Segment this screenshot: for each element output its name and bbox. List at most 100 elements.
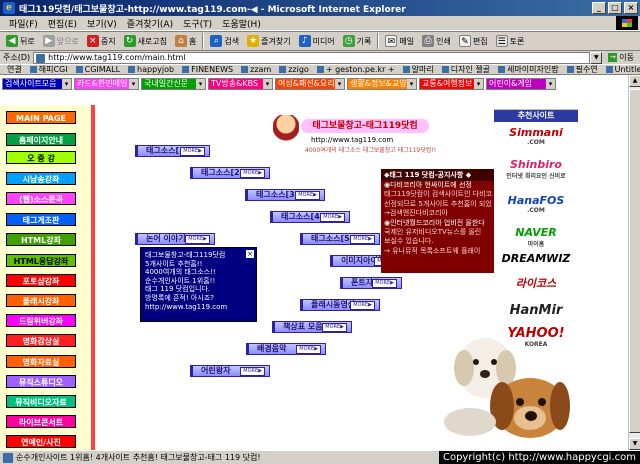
tag-link[interactable]: 배경음악 MORE▶ bbox=[246, 343, 326, 355]
edit-button[interactable]: ✎ 편집 bbox=[455, 32, 492, 50]
tag-link[interactable]: 폰트자료 MORE▶ bbox=[340, 277, 402, 289]
more-button[interactable]: MORE▶ bbox=[322, 323, 347, 332]
nav-button[interactable]: 명화감상실 bbox=[6, 334, 76, 347]
more-button[interactable]: MORE▶ bbox=[240, 367, 265, 376]
link-item[interactable]: CGIMALL bbox=[72, 65, 124, 74]
nav-button[interactable]: HTML강좌 bbox=[6, 233, 76, 246]
nav-button[interactable]: 태그게조판 bbox=[6, 213, 76, 226]
mail-button[interactable]: ✉ 메일 bbox=[381, 32, 418, 50]
notice-line[interactable]: ◉다비코리아 현싸이트에 선정 bbox=[381, 181, 494, 190]
scroll-thumb[interactable] bbox=[629, 89, 640, 433]
popup-close-button[interactable]: × bbox=[246, 250, 254, 258]
menu-tools[interactable]: 도구(T) bbox=[178, 17, 217, 30]
category-select[interactable]: 생활&정보&교양 bbox=[347, 78, 417, 90]
notice-line[interactable]: → 유니뮤직 목록소프트웨 플래이 bbox=[381, 247, 494, 256]
forward-button[interactable]: ▶ 앞으로 bbox=[39, 32, 83, 50]
menu-favorites[interactable]: 즐겨찾기(A) bbox=[122, 17, 178, 30]
nav-button[interactable]: 뮤직스튜디오 bbox=[6, 375, 76, 388]
category-select[interactable]: 검색사이트모음 bbox=[2, 78, 72, 90]
print-button[interactable]: ⎙ 인쇄 bbox=[418, 32, 455, 50]
partner-logo[interactable]: Simmani .COM bbox=[498, 126, 574, 146]
tag-link[interactable]: 책상표 모음 MORE▶ bbox=[272, 321, 352, 333]
site-url[interactable]: http://www.tag119.com bbox=[311, 136, 393, 144]
favorites-button[interactable]: ★ 즐겨찾기 bbox=[243, 32, 294, 50]
nav-button[interactable]: 연예인/사진 bbox=[6, 435, 76, 448]
discuss-button[interactable]: ☰ 토론 bbox=[492, 32, 529, 50]
nav-button[interactable]: (웹)소스문곡 bbox=[6, 192, 76, 205]
go-button[interactable]: → 이동 bbox=[602, 52, 640, 63]
link-item[interactable]: Untitled Document bbox=[602, 65, 640, 74]
nav-button[interactable]: 드림위버강좌 bbox=[6, 314, 76, 327]
category-select[interactable]: 카드&한민메일 bbox=[74, 78, 139, 90]
nav-button[interactable]: 포토샵강좌 bbox=[6, 274, 76, 287]
address-input[interactable]: http://www.tag119.com/main.html bbox=[33, 51, 591, 64]
history-button[interactable]: ◷ 기록 bbox=[339, 32, 376, 50]
tag-link[interactable]: 태그소스[2] MORE▶ bbox=[190, 167, 270, 179]
notice-line[interactable]: 태그119닷컴이 검색사이트인 다비코 bbox=[381, 190, 494, 199]
more-button[interactable]: MORE▶ bbox=[350, 301, 375, 310]
notice-line[interactable]: →검색엔진다비코리아 bbox=[381, 209, 494, 218]
tag-link[interactable]: 논어 이야기 MORE▶ bbox=[135, 233, 215, 245]
tag-link[interactable]: 태그소스[4] MORE▶ bbox=[270, 211, 350, 223]
menu-file[interactable]: 파일(F) bbox=[4, 17, 43, 30]
category-select[interactable]: 여성&패션&요리 bbox=[275, 78, 345, 90]
more-button[interactable]: MORE▶ bbox=[185, 235, 210, 244]
menu-help[interactable]: 도움말(H) bbox=[217, 17, 266, 30]
link-item[interactable]: zzigo bbox=[275, 65, 313, 74]
tag-link[interactable]: 플래시동영상 MORE▶ bbox=[300, 299, 380, 311]
maximize-button[interactable]: □ bbox=[608, 2, 622, 14]
nav-button[interactable]: 시남송강좌 bbox=[6, 172, 76, 185]
partner-logo[interactable]: NAVER 마이홈 bbox=[498, 226, 574, 248]
more-button[interactable]: MORE▶ bbox=[295, 191, 320, 200]
search-button[interactable]: ⌕ 검색 bbox=[206, 32, 243, 50]
link-item[interactable]: 알마리 bbox=[399, 65, 438, 74]
refresh-button[interactable]: ↻ 새로고침 bbox=[120, 32, 171, 50]
link-item[interactable]: 필수연 bbox=[563, 65, 602, 74]
tag-link[interactable]: 어린왕자 MORE▶ bbox=[190, 365, 270, 377]
scroll-down-button[interactable]: ▼ bbox=[629, 438, 640, 450]
link-item[interactable]: zzam bbox=[237, 65, 275, 74]
nav-button[interactable]: 뮤직비디오자료 bbox=[6, 395, 76, 408]
tag-link[interactable]: 태그소스[1] MORE▶ bbox=[135, 145, 210, 157]
nav-button[interactable]: 오 증 강 bbox=[6, 151, 76, 164]
more-button[interactable]: MORE▶ bbox=[320, 213, 345, 222]
nav-button[interactable]: 라이브콘서트 bbox=[6, 415, 76, 428]
address-dropdown-button[interactable]: ▼ bbox=[590, 51, 603, 64]
category-select[interactable]: 어린이&게임 bbox=[486, 78, 556, 90]
notice-line[interactable]: ◉인터넷월드코리아 업비전 올한다 bbox=[381, 219, 494, 228]
menu-edit[interactable]: 편집(E) bbox=[43, 17, 82, 30]
media-button[interactable]: ♪ 미디어 bbox=[295, 32, 339, 50]
nav-button[interactable]: 홈페이지안내 bbox=[6, 133, 76, 146]
scroll-up-button[interactable]: ▲ bbox=[629, 75, 640, 87]
link-item[interactable]: FINENEWS bbox=[178, 65, 237, 74]
partner-logo[interactable]: DREAMWIZ bbox=[498, 252, 574, 265]
partner-logo[interactable]: HanaFOS .COM bbox=[498, 194, 574, 214]
home-button[interactable]: ⌂ 홈 bbox=[171, 32, 200, 50]
close-button[interactable]: × bbox=[624, 2, 638, 14]
partner-logo[interactable]: Shinbiro 인터넷 희리요인 신비로 bbox=[498, 158, 574, 180]
link-item[interactable]: 해피CGI bbox=[26, 65, 72, 74]
category-select[interactable]: TV방송&KBS bbox=[208, 78, 273, 90]
nav-button[interactable]: HTML응답강좌 bbox=[6, 254, 76, 267]
more-button[interactable]: MORE▶ bbox=[240, 169, 265, 178]
more-button[interactable]: MORE▶ bbox=[296, 345, 321, 354]
category-select[interactable]: 국내일간신문 bbox=[141, 78, 206, 90]
more-button[interactable]: MORE▶ bbox=[372, 279, 397, 288]
nav-button[interactable]: 명화자료실 bbox=[6, 355, 76, 368]
link-item[interactable]: + geston.pe.kr + bbox=[313, 65, 399, 74]
link-item[interactable]: 세마이미자인팝 bbox=[494, 65, 563, 74]
stop-button[interactable]: × 중지 bbox=[83, 32, 120, 50]
more-button[interactable]: MORE▶ bbox=[350, 235, 375, 244]
category-select[interactable]: 교통&여행정보 bbox=[419, 78, 484, 90]
tag-link[interactable]: 태그소스[3] MORE▶ bbox=[245, 189, 325, 201]
minimize-button[interactable]: _ bbox=[592, 2, 606, 14]
partner-logo[interactable]: 라이코스 bbox=[498, 275, 574, 291]
more-button[interactable]: MORE▶ bbox=[180, 147, 205, 156]
notice-line[interactable]: 보실수 있습니다. bbox=[381, 237, 494, 246]
nav-button[interactable]: 플래시강좌 bbox=[6, 294, 76, 307]
notice-line[interactable]: 선정되므로 5개사이트 추천홈이 되었 bbox=[381, 200, 494, 209]
tag-link[interactable]: 태그소스[5] MORE▶ bbox=[300, 233, 380, 245]
menu-view[interactable]: 보기(V) bbox=[82, 17, 122, 30]
link-item[interactable]: 디자인 젤골 bbox=[438, 65, 494, 74]
back-button[interactable]: ◀ 뒤로 bbox=[2, 32, 39, 50]
